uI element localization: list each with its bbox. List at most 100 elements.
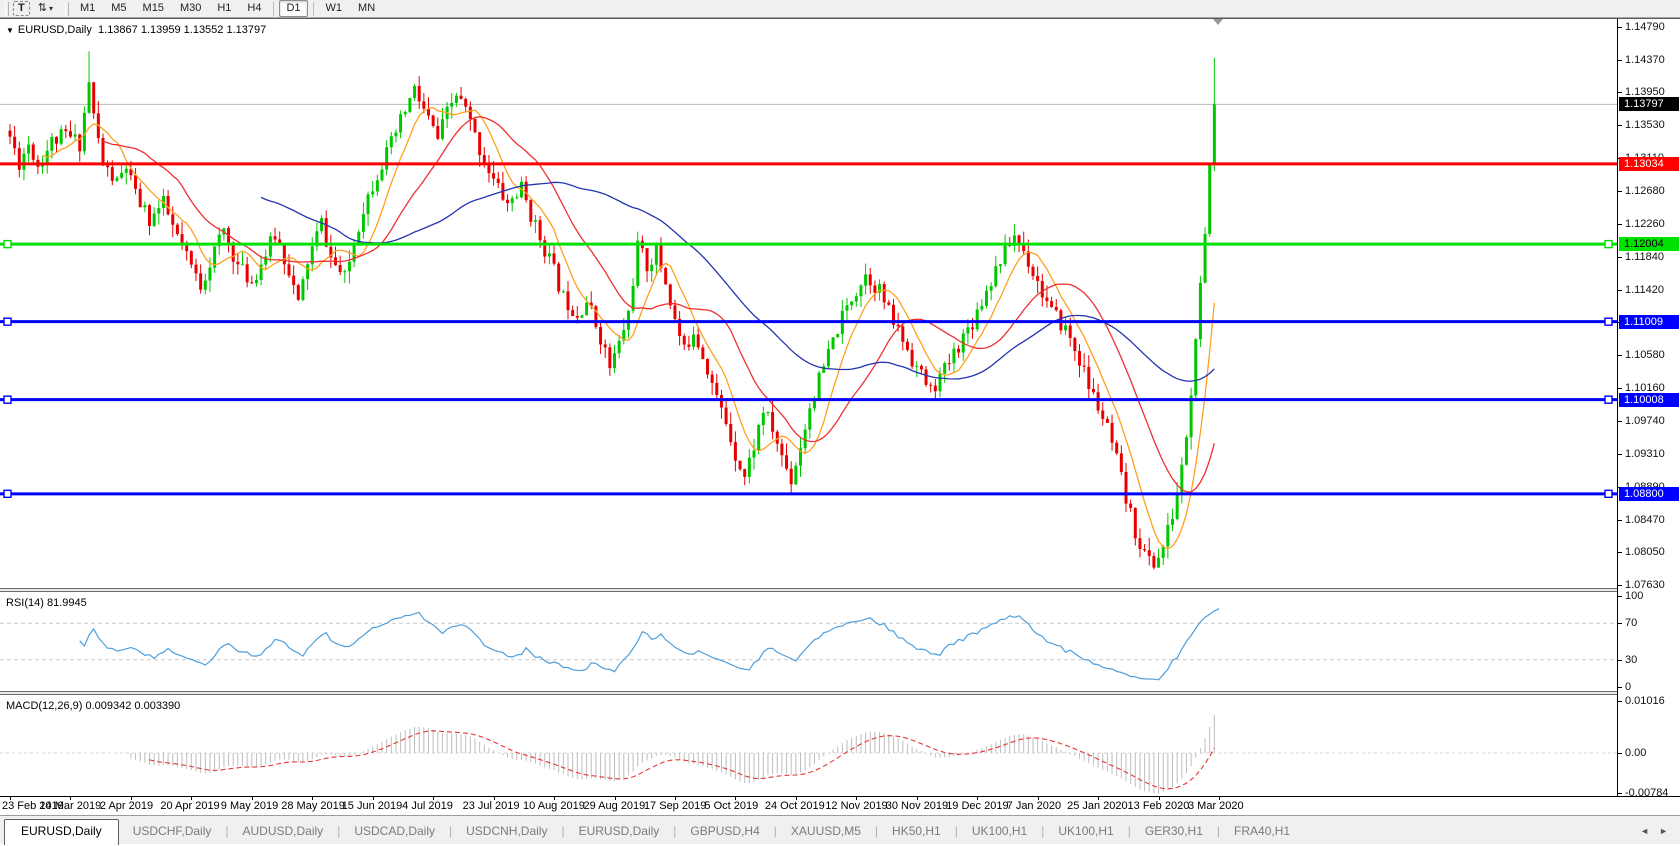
- candle-body: [943, 363, 946, 373]
- line-handle[interactable]: [1605, 396, 1612, 403]
- date-axis[interactable]: 23 Feb 201914 Mar 20192 Apr 201920 Apr 2…: [0, 796, 1680, 815]
- candle-body: [274, 236, 277, 239]
- candle-body: [529, 200, 532, 222]
- candle-body: [1097, 392, 1100, 410]
- candle-body: [818, 373, 821, 400]
- toolbar-grip[interactable]: [5, 2, 9, 16]
- arrange-dropdown-button[interactable]: ⇅ ▾: [33, 0, 58, 17]
- candle-body: [701, 347, 704, 359]
- timeframe-button-H1[interactable]: H1: [210, 0, 238, 17]
- candle-body: [367, 194, 370, 214]
- candle-body: [250, 282, 253, 283]
- bottom-tab-usdcad-daily[interactable]: USDCAD,Daily: [340, 820, 449, 844]
- ma-line-slow: [261, 182, 1214, 381]
- price-chart-panel[interactable]: [0, 19, 1617, 588]
- line-handle[interactable]: [1605, 490, 1612, 497]
- timeframe-button-W1[interactable]: W1: [319, 0, 350, 17]
- line-handle[interactable]: [4, 241, 11, 248]
- bottom-tab-uk100-h1[interactable]: UK100,H1: [1044, 820, 1127, 844]
- axis-tick-mark: [1618, 793, 1622, 794]
- candle-body: [1194, 339, 1197, 395]
- candle-body: [1152, 556, 1155, 568]
- candle-body: [460, 96, 463, 99]
- candle-body: [1199, 283, 1202, 339]
- bottom-tab-uk100-h1[interactable]: UK100,H1: [958, 820, 1041, 844]
- bottom-tab-usdchf-daily[interactable]: USDCHF,Daily: [119, 820, 226, 844]
- candle-body: [646, 248, 649, 271]
- axis-tick-mark: [1618, 191, 1622, 192]
- candle-body: [994, 266, 997, 286]
- candle-body: [371, 191, 374, 194]
- price-chart-canvas[interactable]: [0, 19, 1617, 588]
- bottom-tab-usdcnh-daily[interactable]: USDCNH,Daily: [452, 820, 561, 844]
- candle-body: [985, 291, 988, 306]
- bottom-tab-hk50-h1[interactable]: HK50,H1: [878, 820, 955, 844]
- line-handle[interactable]: [4, 318, 11, 325]
- bottom-tab-eurusd-daily[interactable]: EURUSD,Daily: [565, 820, 674, 844]
- candle-body: [195, 265, 198, 274]
- candle-body: [422, 101, 425, 108]
- line-handle[interactable]: [4, 490, 11, 497]
- timeframe-button-M15[interactable]: M15: [136, 0, 171, 17]
- price-tick-label: 1.12680: [1625, 185, 1665, 197]
- timeframe-button-D1[interactable]: D1: [279, 0, 307, 17]
- candle-body: [729, 424, 732, 442]
- toolbar-separator: [273, 2, 274, 16]
- candle-body: [167, 196, 170, 214]
- chart-shift-marker[interactable]: [1213, 19, 1223, 25]
- hline-price-badge-1.11009[interactable]: 1.11009: [1619, 315, 1679, 329]
- bottom-tab-gbpusd-h4[interactable]: GBPUSD,H4: [676, 820, 773, 844]
- date-label: 3 Mar 2020: [1188, 800, 1244, 812]
- timeframe-button-H4[interactable]: H4: [240, 0, 268, 17]
- hline-price-badge-1.12004[interactable]: 1.12004: [1619, 237, 1679, 251]
- candle-body: [999, 264, 1002, 266]
- rsi-tick-label: 100: [1625, 590, 1643, 602]
- macd-indicator-panel[interactable]: [0, 695, 1617, 797]
- bottom-tab-eurusd-daily[interactable]: EURUSD,Daily: [4, 819, 119, 845]
- axis-tick-mark: [1618, 421, 1622, 422]
- candle-body: [320, 218, 323, 231]
- rsi-indicator-panel[interactable]: [0, 592, 1617, 691]
- toolbar-grip[interactable]: [65, 2, 69, 16]
- date-label: 24 Oct 2019: [765, 800, 825, 812]
- bottom-tab-ger30-h1[interactable]: GER30,H1: [1131, 820, 1217, 844]
- hline-price-badge-1.08800[interactable]: 1.08800: [1619, 487, 1679, 501]
- rsi-tick-label: 0: [1625, 681, 1631, 693]
- candle-body: [715, 383, 718, 395]
- hline-price-badge-1.13034[interactable]: 1.13034: [1619, 157, 1679, 171]
- timeframe-button-M1[interactable]: M1: [73, 0, 102, 17]
- timeframe-button-MN[interactable]: MN: [351, 0, 382, 17]
- chevron-down-icon: ▾: [49, 2, 53, 15]
- tab-scroll-right-icon[interactable]: ►: [1659, 826, 1668, 836]
- macd-signal-line: [150, 731, 1215, 789]
- candle-body: [548, 253, 551, 256]
- bottom-tab-audusd-daily[interactable]: AUDUSD,Daily: [229, 820, 338, 844]
- line-handle[interactable]: [1605, 241, 1612, 248]
- bottom-tab-fra40-h1[interactable]: FRA40,H1: [1220, 820, 1304, 844]
- macd-tick-label: 0.00: [1625, 747, 1646, 759]
- candle-body: [1111, 423, 1114, 443]
- candle-body: [343, 271, 346, 272]
- candle-body: [911, 350, 914, 366]
- candle-body: [655, 244, 658, 265]
- price-axis[interactable]: 1.147901.143701.139501.135301.131101.126…: [1617, 19, 1680, 797]
- candle-body: [325, 218, 328, 247]
- text-tool-button[interactable]: T: [13, 1, 30, 16]
- candle-body: [1125, 472, 1128, 504]
- tab-scroll-left-icon[interactable]: ◄: [1640, 826, 1649, 836]
- axis-tick-mark: [1618, 27, 1622, 28]
- bottom-tab-xauusd-m5[interactable]: XAUUSD,M5: [777, 820, 875, 844]
- candle-body: [69, 131, 72, 136]
- candle-body: [64, 129, 67, 131]
- line-handle[interactable]: [1605, 318, 1612, 325]
- line-handle[interactable]: [4, 396, 11, 403]
- hline-price-badge-1.10008[interactable]: 1.10008: [1619, 393, 1679, 407]
- candle-body: [618, 341, 621, 354]
- candle-body: [1036, 276, 1039, 281]
- axis-tick-mark: [1618, 687, 1622, 688]
- chart-window[interactable]: ▼EURUSD,Daily 1.13867 1.13959 1.13552 1.…: [0, 18, 1680, 796]
- axis-tick-mark: [1618, 454, 1622, 455]
- timeframe-button-M5[interactable]: M5: [104, 0, 133, 17]
- timeframe-button-M30[interactable]: M30: [173, 0, 208, 17]
- candle-body: [492, 173, 495, 178]
